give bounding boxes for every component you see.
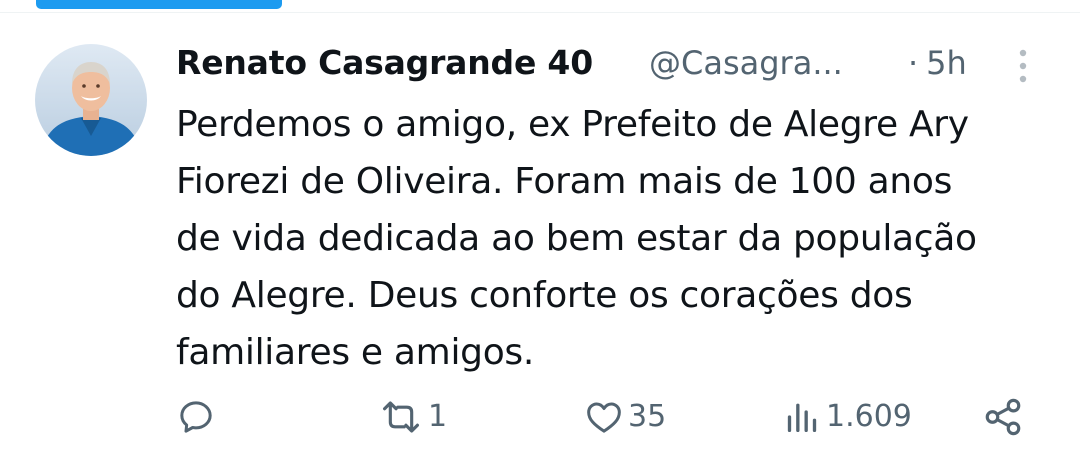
avatar[interactable] xyxy=(35,44,147,156)
views-icon xyxy=(787,403,817,432)
time-ago: 5h xyxy=(926,44,967,82)
timestamp[interactable]: · 5h xyxy=(908,40,967,86)
tweet-text: Perdemos o amigo, ex Prefeito de Alegre … xyxy=(176,104,977,373)
more-options-button[interactable] xyxy=(1010,46,1036,86)
heart-icon xyxy=(587,402,621,433)
separator-dot: · xyxy=(908,44,919,82)
reply-button[interactable] xyxy=(176,392,220,442)
like-count: 35 xyxy=(628,399,667,434)
tweet-header: Renato Casagrande 40 @Casagra... · 5h xyxy=(176,40,996,88)
display-name[interactable]: Renato Casagrande 40 xyxy=(176,40,593,86)
views-count: 1.609 xyxy=(826,399,912,434)
user-handle[interactable]: @Casagra... xyxy=(649,40,843,86)
more-vertical-icon xyxy=(1019,49,1027,83)
tweet-actions: 1 35 1.609 xyxy=(176,392,1036,442)
retweet-icon xyxy=(383,401,419,433)
retweet-button[interactable]: 1 xyxy=(378,392,447,442)
divider xyxy=(0,12,1080,13)
views-button[interactable]: 1.609 xyxy=(782,392,912,442)
share-icon xyxy=(985,398,1021,436)
like-button[interactable]: 35 xyxy=(584,392,666,442)
retweet-count: 1 xyxy=(428,399,448,434)
active-tab-indicator xyxy=(36,0,282,9)
share-button[interactable] xyxy=(982,392,1024,442)
reply-icon xyxy=(180,401,212,433)
